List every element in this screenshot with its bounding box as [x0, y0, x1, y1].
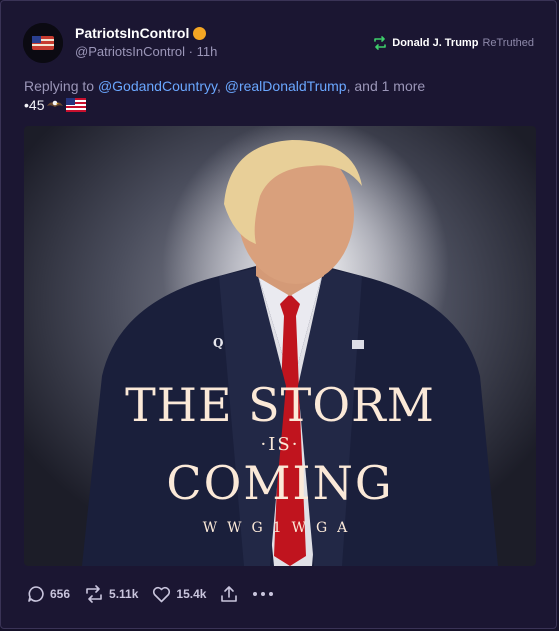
image-coming-text: COMING	[166, 456, 394, 510]
timestamp[interactable]: 11h	[197, 44, 218, 59]
image-tagline-text: WWG1WGA	[202, 520, 358, 536]
reply-button[interactable]: 656	[27, 585, 70, 603]
like-button[interactable]: 15.4k	[152, 586, 206, 603]
share-icon	[221, 586, 238, 602]
retruth-indicator: Donald J. Trump ReTruthed	[372, 36, 534, 50]
avatar[interactable]	[23, 23, 63, 63]
handle[interactable]: @PatriotsInControl	[75, 44, 185, 59]
us-flag-emoji-icon	[66, 98, 87, 112]
eagle-emoji-icon	[47, 100, 64, 107]
reply-icon	[28, 586, 44, 602]
mention-link[interactable]: @realDonaldTrump	[225, 78, 347, 94]
retruth-author[interactable]: Donald J. Trump	[392, 37, 478, 49]
like-count: 15.4k	[176, 587, 207, 601]
post-image[interactable]: Q THE STORM ·IS· COMING WWG1WGA	[24, 126, 536, 566]
reply-suffix[interactable]: , and 1 more	[347, 78, 426, 94]
display-name[interactable]: PatriotsInControl	[75, 25, 207, 41]
action-bar: 656 5.11k 15.4k	[27, 585, 274, 603]
retruth-action-icon	[86, 585, 102, 603]
time-separator: ·	[185, 44, 197, 59]
more-button[interactable]	[252, 591, 274, 597]
mention-link[interactable]: @GodandCountryy	[98, 78, 217, 94]
post-text: •45	[24, 97, 87, 113]
retruth-count: 5.11k	[109, 587, 139, 601]
image-is-text: ·IS·	[260, 434, 300, 455]
q-pin: Q	[213, 336, 224, 350]
reply-count: 656	[50, 587, 71, 601]
avatar-flag-icon	[23, 23, 63, 63]
image-title-text: THE STORM	[125, 378, 435, 432]
retruth-icon	[374, 36, 387, 50]
retruth-button[interactable]: 5.11k	[84, 585, 138, 603]
retruth-label: ReTruthed	[482, 37, 534, 49]
handle-line: @PatriotsInControl · 11h	[75, 44, 217, 59]
more-icon	[253, 592, 274, 596]
reply-context: Replying to @GodandCountryy, @realDonald…	[24, 78, 426, 94]
verified-badge-icon	[193, 27, 207, 40]
heart-icon	[153, 586, 171, 602]
post-text-content: •45	[24, 97, 45, 113]
reply-prefix: Replying to	[24, 78, 98, 94]
post-card: PatriotsInControl @PatriotsInControl · 1…	[0, 0, 557, 629]
share-button[interactable]	[220, 585, 238, 603]
